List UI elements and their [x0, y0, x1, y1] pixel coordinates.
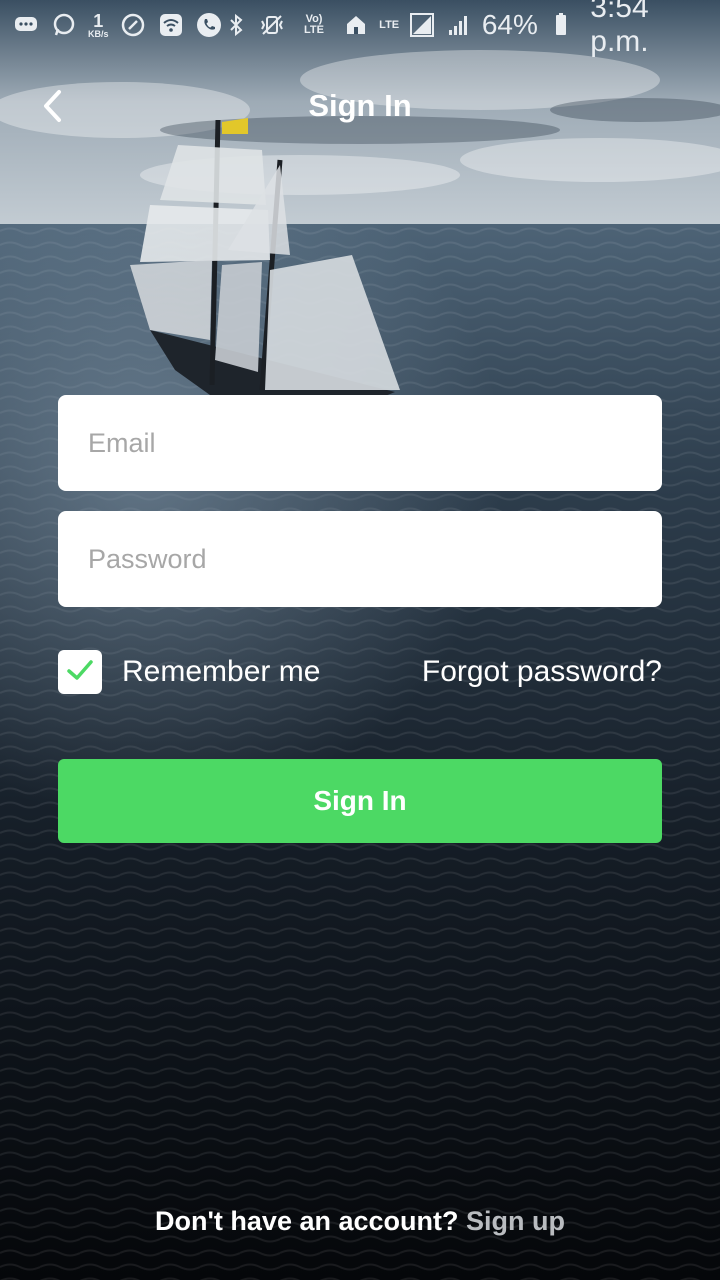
status-right: Vo) LTE LTE 64% 3:54 p.m.	[223, 0, 708, 59]
volte-icon: Vo) LTE	[304, 13, 324, 36]
page-title: Sign In	[308, 88, 412, 123]
signup-prompt-text: Don't have an account?	[155, 1206, 459, 1236]
bluetooth-icon	[223, 11, 249, 39]
whatsapp-icon	[50, 11, 78, 39]
status-bar: 1 KB/s Vo) LTE LTE 64% 3:54 p.m.	[0, 0, 720, 58]
signal-box-icon	[409, 11, 435, 39]
speed-indicator: 1 KB/s	[88, 12, 109, 39]
signup-prompt: Don't have an account? Sign up	[0, 1206, 720, 1237]
header: Sign In	[0, 60, 720, 156]
speed-unit: KB/s	[88, 28, 109, 39]
remember-me-checkbox[interactable]	[58, 650, 102, 694]
status-left: 1 KB/s	[12, 11, 223, 39]
battery-icon	[548, 11, 574, 39]
speed-value: 1	[93, 10, 104, 31]
form-options: Remember me Forgot password?	[58, 649, 662, 695]
lte-icon: LTE	[379, 18, 400, 31]
sign-in-form: Remember me Forgot password? Sign In	[58, 395, 662, 843]
home-icon	[343, 11, 369, 39]
vibrate-icon	[259, 11, 285, 39]
sync-icon	[119, 11, 147, 39]
forgot-password-link[interactable]: Forgot password?	[422, 655, 662, 689]
message-icon	[12, 11, 40, 39]
checkmark-icon	[65, 655, 95, 690]
password-field[interactable]	[58, 511, 662, 607]
remember-me-toggle[interactable]: Remember me	[58, 650, 320, 694]
sign-up-link[interactable]: Sign up	[466, 1206, 565, 1236]
email-field[interactable]	[58, 395, 662, 491]
wifi-icon	[157, 11, 185, 39]
signal-icon	[446, 11, 472, 39]
remember-me-label: Remember me	[122, 655, 321, 688]
battery-percent: 64%	[481, 9, 538, 40]
status-time: 3:54 p.m.	[590, 0, 649, 58]
sign-in-button[interactable]: Sign In	[58, 759, 662, 843]
phone-icon	[195, 11, 223, 39]
